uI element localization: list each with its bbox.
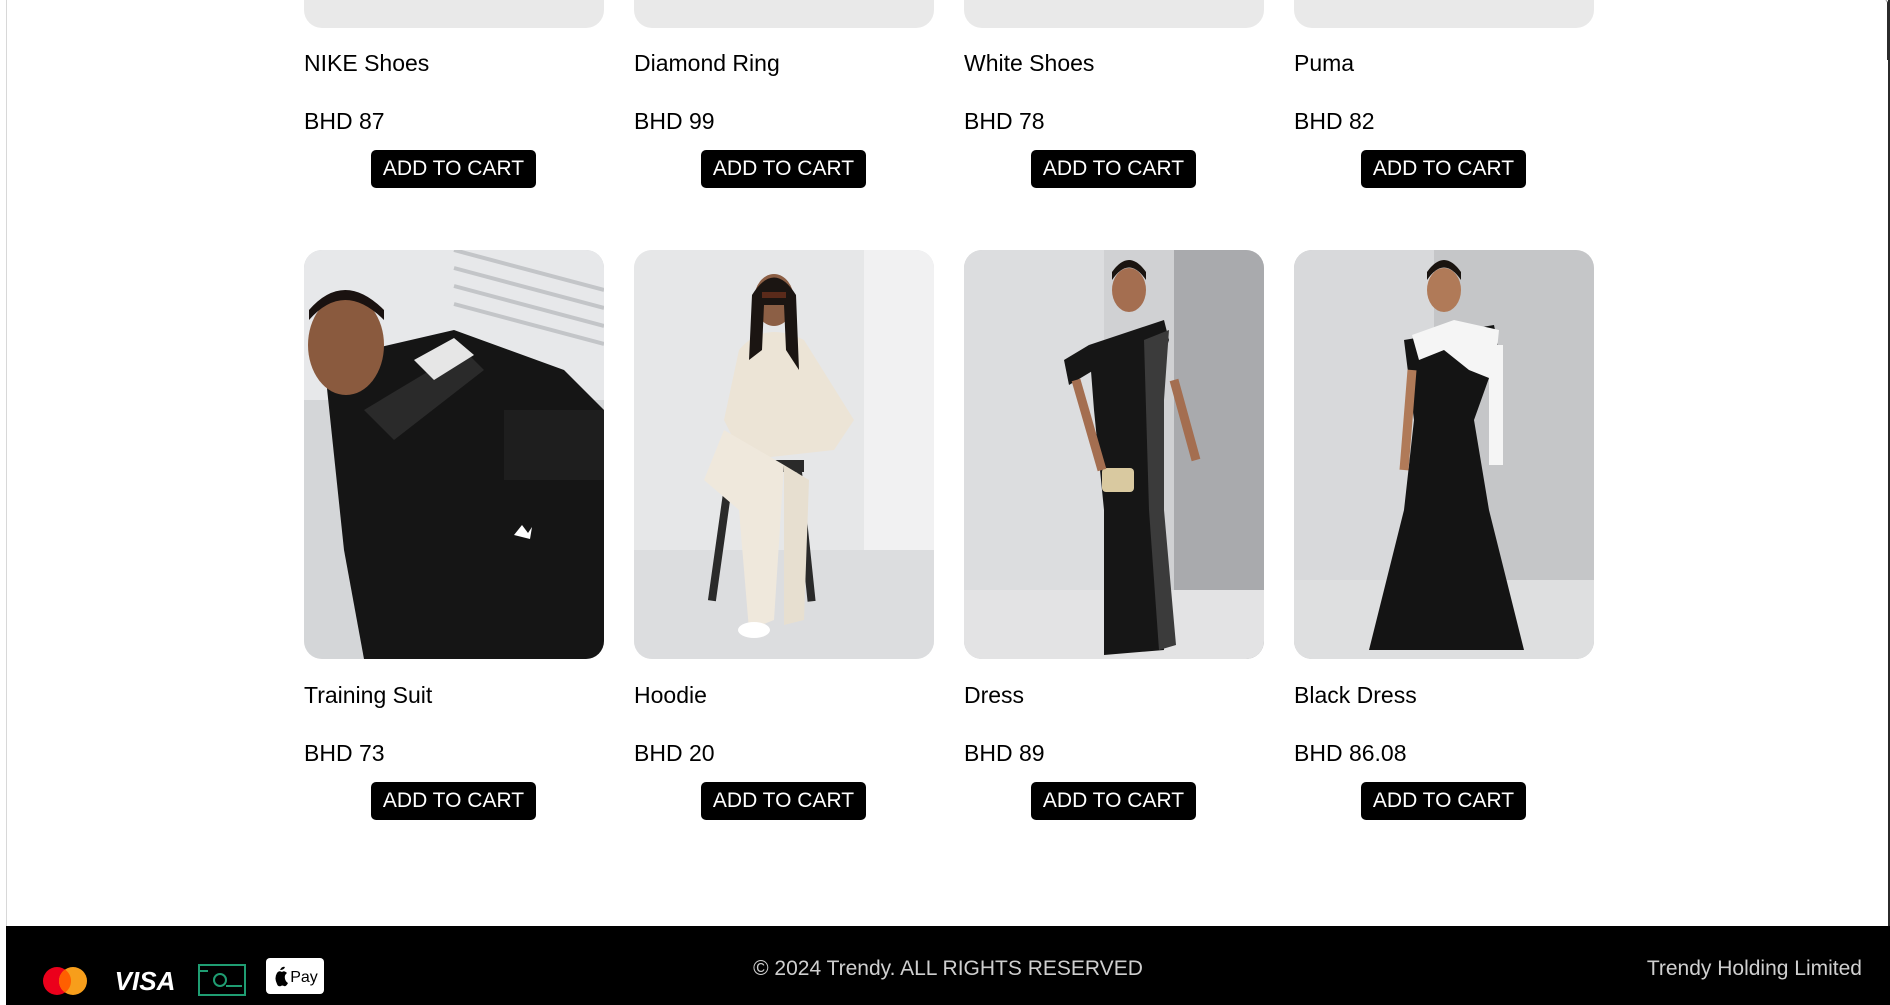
product-image[interactable] [1294, 250, 1594, 659]
add-to-cart-button[interactable]: ADD TO CART [701, 782, 866, 820]
add-to-cart-button[interactable]: ADD TO CART [371, 150, 536, 188]
product-title[interactable]: Puma [1294, 49, 1354, 77]
product-price: BHD 78 [964, 108, 1045, 134]
product-price: BHD 86.08 [1294, 740, 1407, 766]
product-price: BHD 87 [304, 108, 385, 134]
add-to-cart-button[interactable]: ADD TO CART [1031, 782, 1196, 820]
add-to-cart-button[interactable]: ADD TO CART [1361, 150, 1526, 188]
product-image[interactable] [634, 250, 934, 659]
product-image[interactable] [634, 0, 934, 28]
copyright-text: © 2024 Trendy. ALL RIGHTS RESERVED [753, 957, 1143, 980]
product-image[interactable] [964, 0, 1264, 28]
add-to-cart-button[interactable]: ADD TO CART [1361, 782, 1526, 820]
add-to-cart-button[interactable]: ADD TO CART [701, 150, 866, 188]
product-title[interactable]: White Shoes [964, 49, 1094, 77]
add-to-cart-button[interactable]: ADD TO CART [371, 782, 536, 820]
hoodie-photo [634, 250, 934, 659]
product-title[interactable]: Diamond Ring [634, 49, 780, 77]
product-price: BHD 82 [1294, 108, 1375, 134]
product-image[interactable] [304, 250, 604, 659]
site-footer: VISA Pay © 2024 Trendy. ALL RIGHTS RESER… [6, 926, 1890, 1005]
product-grid: NIKE Shoes BHD 87 ADD TO CART Diamond Ri… [0, 0, 1890, 926]
product-image[interactable] [964, 250, 1264, 659]
product-title[interactable]: Black Dress [1294, 681, 1417, 709]
training-suit-photo [304, 250, 604, 659]
product-price: BHD 73 [304, 740, 385, 766]
product-title[interactable]: Hoodie [634, 681, 707, 709]
product-listing-page: NIKE Shoes BHD 87 ADD TO CART Diamond Ri… [0, 0, 1890, 1005]
black-dress-photo [1294, 250, 1594, 659]
product-price: BHD 89 [964, 740, 1045, 766]
product-image[interactable] [304, 0, 604, 28]
product-title[interactable]: NIKE Shoes [304, 49, 429, 77]
product-price: BHD 20 [634, 740, 715, 766]
company-name: Trendy Holding Limited [1646, 957, 1862, 980]
dress-photo [964, 250, 1264, 659]
product-price: BHD 99 [634, 108, 715, 134]
product-title[interactable]: Dress [964, 681, 1024, 709]
product-image[interactable] [1294, 0, 1594, 28]
add-to-cart-button[interactable]: ADD TO CART [1031, 150, 1196, 188]
product-title[interactable]: Training Suit [304, 681, 432, 709]
